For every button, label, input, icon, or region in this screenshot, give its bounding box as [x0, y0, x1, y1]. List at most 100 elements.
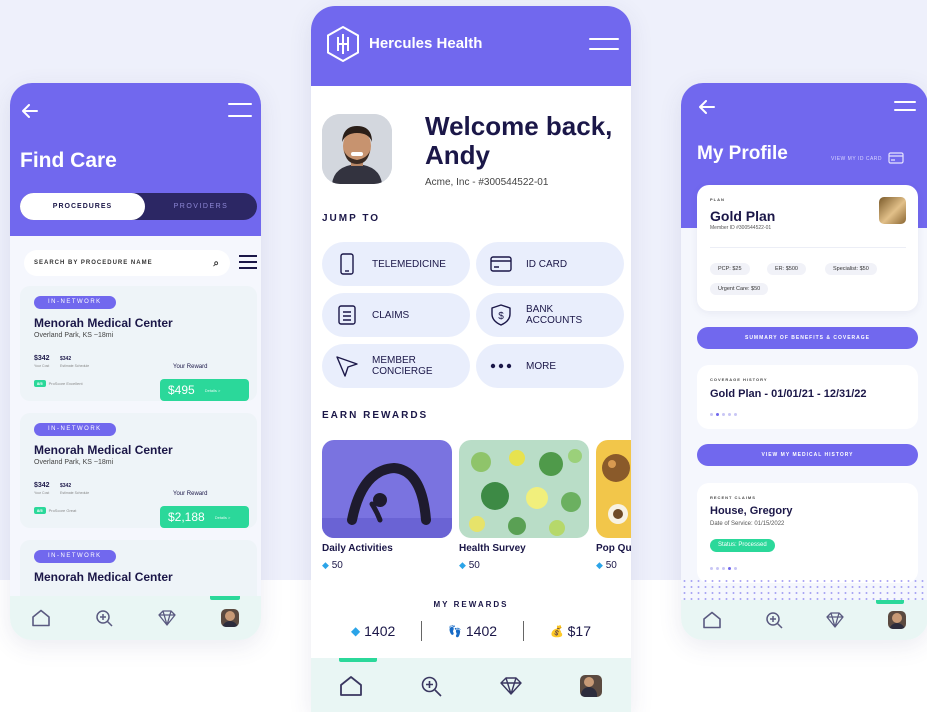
profile-avatar[interactable]: [877, 600, 917, 640]
your-reward-label: Your Reward: [173, 491, 208, 497]
reward-button[interactable]: $495 Details >: [160, 379, 249, 401]
member-org-id: Acme, Inc - #300544522-01: [425, 177, 549, 188]
button-label: CLAIMS: [372, 309, 410, 321]
footprints-icon: 👣: [448, 625, 462, 638]
recent-claims-card[interactable]: RECENT CLAIMS House, Gregory Date of Ser…: [697, 483, 918, 583]
home-icon[interactable]: [21, 598, 61, 638]
your-cost-label: Your Cost: [34, 491, 50, 495]
coverage-history-card[interactable]: COVERAGE HISTORY Gold Plan - 01/01/21 - …: [697, 365, 918, 429]
score-text: ProScore Excellent: [48, 381, 83, 386]
diamond-icon[interactable]: [147, 598, 187, 638]
cost-pcp: PCP: $25: [710, 263, 750, 275]
cursor-arrow-icon: [336, 355, 358, 377]
provider-location: Overland Park, KS ~18mi: [34, 459, 114, 466]
gems-count: 1402: [364, 623, 396, 639]
my-rewards-heading: MY REWARDS: [433, 600, 509, 609]
plan-label: PLAN: [710, 197, 725, 202]
find-care-phone: Find Care PROCEDURES PROVIDERS SEARCH BY…: [10, 83, 261, 640]
estimate-cost: $342: [60, 356, 72, 362]
id-card-button[interactable]: ID CARD: [476, 242, 624, 286]
my-rewards-summary: ◆ 1402 👣 1402 💰 $17: [311, 620, 631, 642]
decorative-dot-pattern: [681, 578, 927, 602]
divider: [710, 247, 906, 248]
reward-value: $495: [168, 383, 195, 397]
member-concierge-button[interactable]: MEMBER CONCIERGE: [322, 344, 470, 388]
cost-urgent-care: Urgent Care: $50: [710, 283, 769, 295]
claims-button[interactable]: CLAIMS: [322, 293, 470, 337]
search-placeholder: SEARCH BY PROCEDURE NAME: [34, 260, 153, 266]
home-header: Hercules Health: [311, 6, 631, 86]
menu-icon[interactable]: [228, 103, 252, 117]
arrow-left-icon[interactable]: [20, 101, 40, 121]
search-plus-icon[interactable]: [754, 600, 794, 640]
button-label: MORE: [526, 360, 556, 372]
home-icon[interactable]: [692, 600, 732, 640]
svg-text:$: $: [498, 311, 504, 322]
diamond-icon[interactable]: [491, 666, 531, 706]
my-profile-phone: My Profile VIEW MY ID CARD PLAN Gold Pla…: [681, 83, 927, 640]
search-plus-icon[interactable]: [411, 666, 451, 706]
in-network-badge: IN-NETWORK: [34, 296, 116, 309]
home-phone: Hercules Health Welcome back, Andy Acme,…: [311, 6, 631, 712]
search-icon[interactable]: ⌕: [213, 258, 220, 269]
provider-card[interactable]: IN-NETWORK Menorah Medical Center Overla…: [20, 286, 257, 401]
proscore: 8/5 ProScore Great: [34, 507, 76, 514]
search-plus-icon[interactable]: [84, 598, 124, 638]
page-title: My Profile: [697, 143, 788, 164]
shield-dollar-icon: $: [490, 304, 512, 326]
provider-name: Menorah Medical Center: [34, 570, 173, 584]
procedure-search-input[interactable]: SEARCH BY PROCEDURE NAME ⌕: [24, 250, 230, 276]
provider-name: Menorah Medical Center: [34, 316, 173, 330]
procedures-providers-toggle: PROCEDURES PROVIDERS: [20, 193, 257, 220]
diamond-icon: ◆: [351, 624, 361, 638]
coverage-value: Gold Plan - 01/01/21 - 12/31/22: [710, 388, 867, 400]
menu-icon[interactable]: [894, 101, 916, 111]
button-label: ID CARD: [526, 258, 568, 270]
provider-card[interactable]: IN-NETWORK Menorah Medical Center Overla…: [20, 413, 257, 528]
health-survey-card[interactable]: [459, 440, 589, 538]
jump-to-heading: JUMP TO: [322, 213, 381, 224]
your-cost: $342: [34, 482, 50, 489]
more-button[interactable]: MORE: [476, 344, 624, 388]
reward-button[interactable]: $2,188 Details >: [160, 506, 249, 528]
profile-avatar[interactable]: [210, 598, 250, 638]
gold-card-icon: [879, 197, 906, 224]
bank-accounts-button[interactable]: $ BANK ACCOUNTS: [476, 293, 624, 337]
cash-amount: $17: [567, 623, 591, 639]
daily-activities-card[interactable]: [322, 440, 452, 538]
arrow-left-icon[interactable]: [697, 97, 717, 117]
telemedicine-button[interactable]: TELEMEDICINE: [322, 242, 470, 286]
points-value: 50: [468, 560, 480, 571]
reward-points: ◆ 50: [459, 560, 480, 571]
more-dots-icon: [490, 355, 512, 377]
claim-date: Date of Service: 01/15/2022: [710, 521, 785, 527]
filter-icon[interactable]: [239, 252, 257, 272]
reward-points: ◆ 50: [322, 560, 343, 571]
user-avatar[interactable]: [322, 114, 392, 184]
menu-icon[interactable]: [589, 38, 619, 50]
score-badge: 8/5: [34, 380, 46, 387]
view-id-card-link[interactable]: VIEW MY ID CARD: [831, 152, 904, 166]
button-label: MEMBER CONCIERGE: [372, 355, 433, 377]
score-badge: 8/5: [34, 507, 46, 514]
profile-avatar[interactable]: [571, 666, 611, 706]
document-icon: [336, 304, 358, 326]
find-care-body: SEARCH BY PROCEDURE NAME ⌕ IN-NETWORK Me…: [10, 236, 261, 640]
button-label: BANK ACCOUNTS: [526, 304, 583, 326]
reward-value: $2,188: [168, 510, 205, 524]
pop-quiz-card[interactable]: [596, 440, 631, 538]
page-title: Find Care: [20, 149, 117, 172]
home-icon[interactable]: [331, 666, 371, 706]
plan-card[interactable]: PLAN Gold Plan Member ID #300544522-01 P…: [697, 185, 918, 311]
summary-of-benefits-button[interactable]: SUMMARY OF BENEFITS & COVERAGE: [697, 327, 918, 349]
yoga-photo: [322, 440, 452, 538]
estimate-cost: $342: [60, 483, 72, 489]
claim-status-badge: Status: Processed: [710, 539, 775, 552]
tab-procedures[interactable]: PROCEDURES: [20, 193, 145, 220]
id-card-icon: [490, 253, 512, 275]
tab-providers[interactable]: PROVIDERS: [145, 193, 257, 220]
diamond-icon[interactable]: [815, 600, 855, 640]
view-medical-history-button[interactable]: VIEW MY MEDICAL HISTORY: [697, 444, 918, 466]
your-cost: $342: [34, 355, 50, 362]
score-text: ProScore Great: [48, 508, 77, 513]
